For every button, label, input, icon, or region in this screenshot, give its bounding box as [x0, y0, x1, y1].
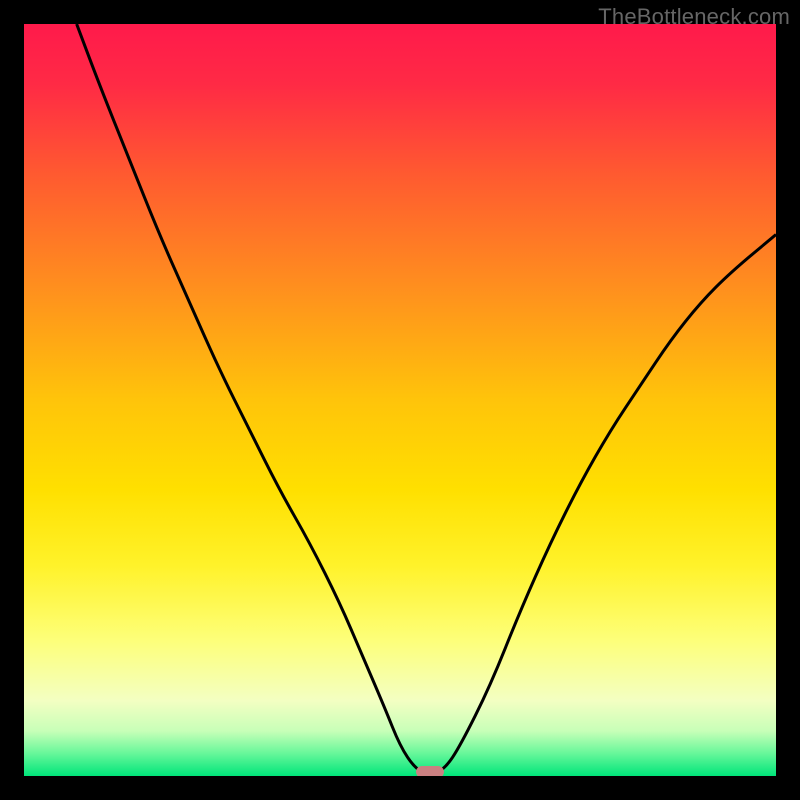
gradient-background [24, 24, 776, 776]
bottleneck-chart [24, 24, 776, 776]
watermark-text: TheBottleneck.com [598, 4, 790, 30]
plot-area [24, 24, 776, 776]
chart-frame: TheBottleneck.com [0, 0, 800, 800]
minimum-marker [416, 766, 444, 776]
